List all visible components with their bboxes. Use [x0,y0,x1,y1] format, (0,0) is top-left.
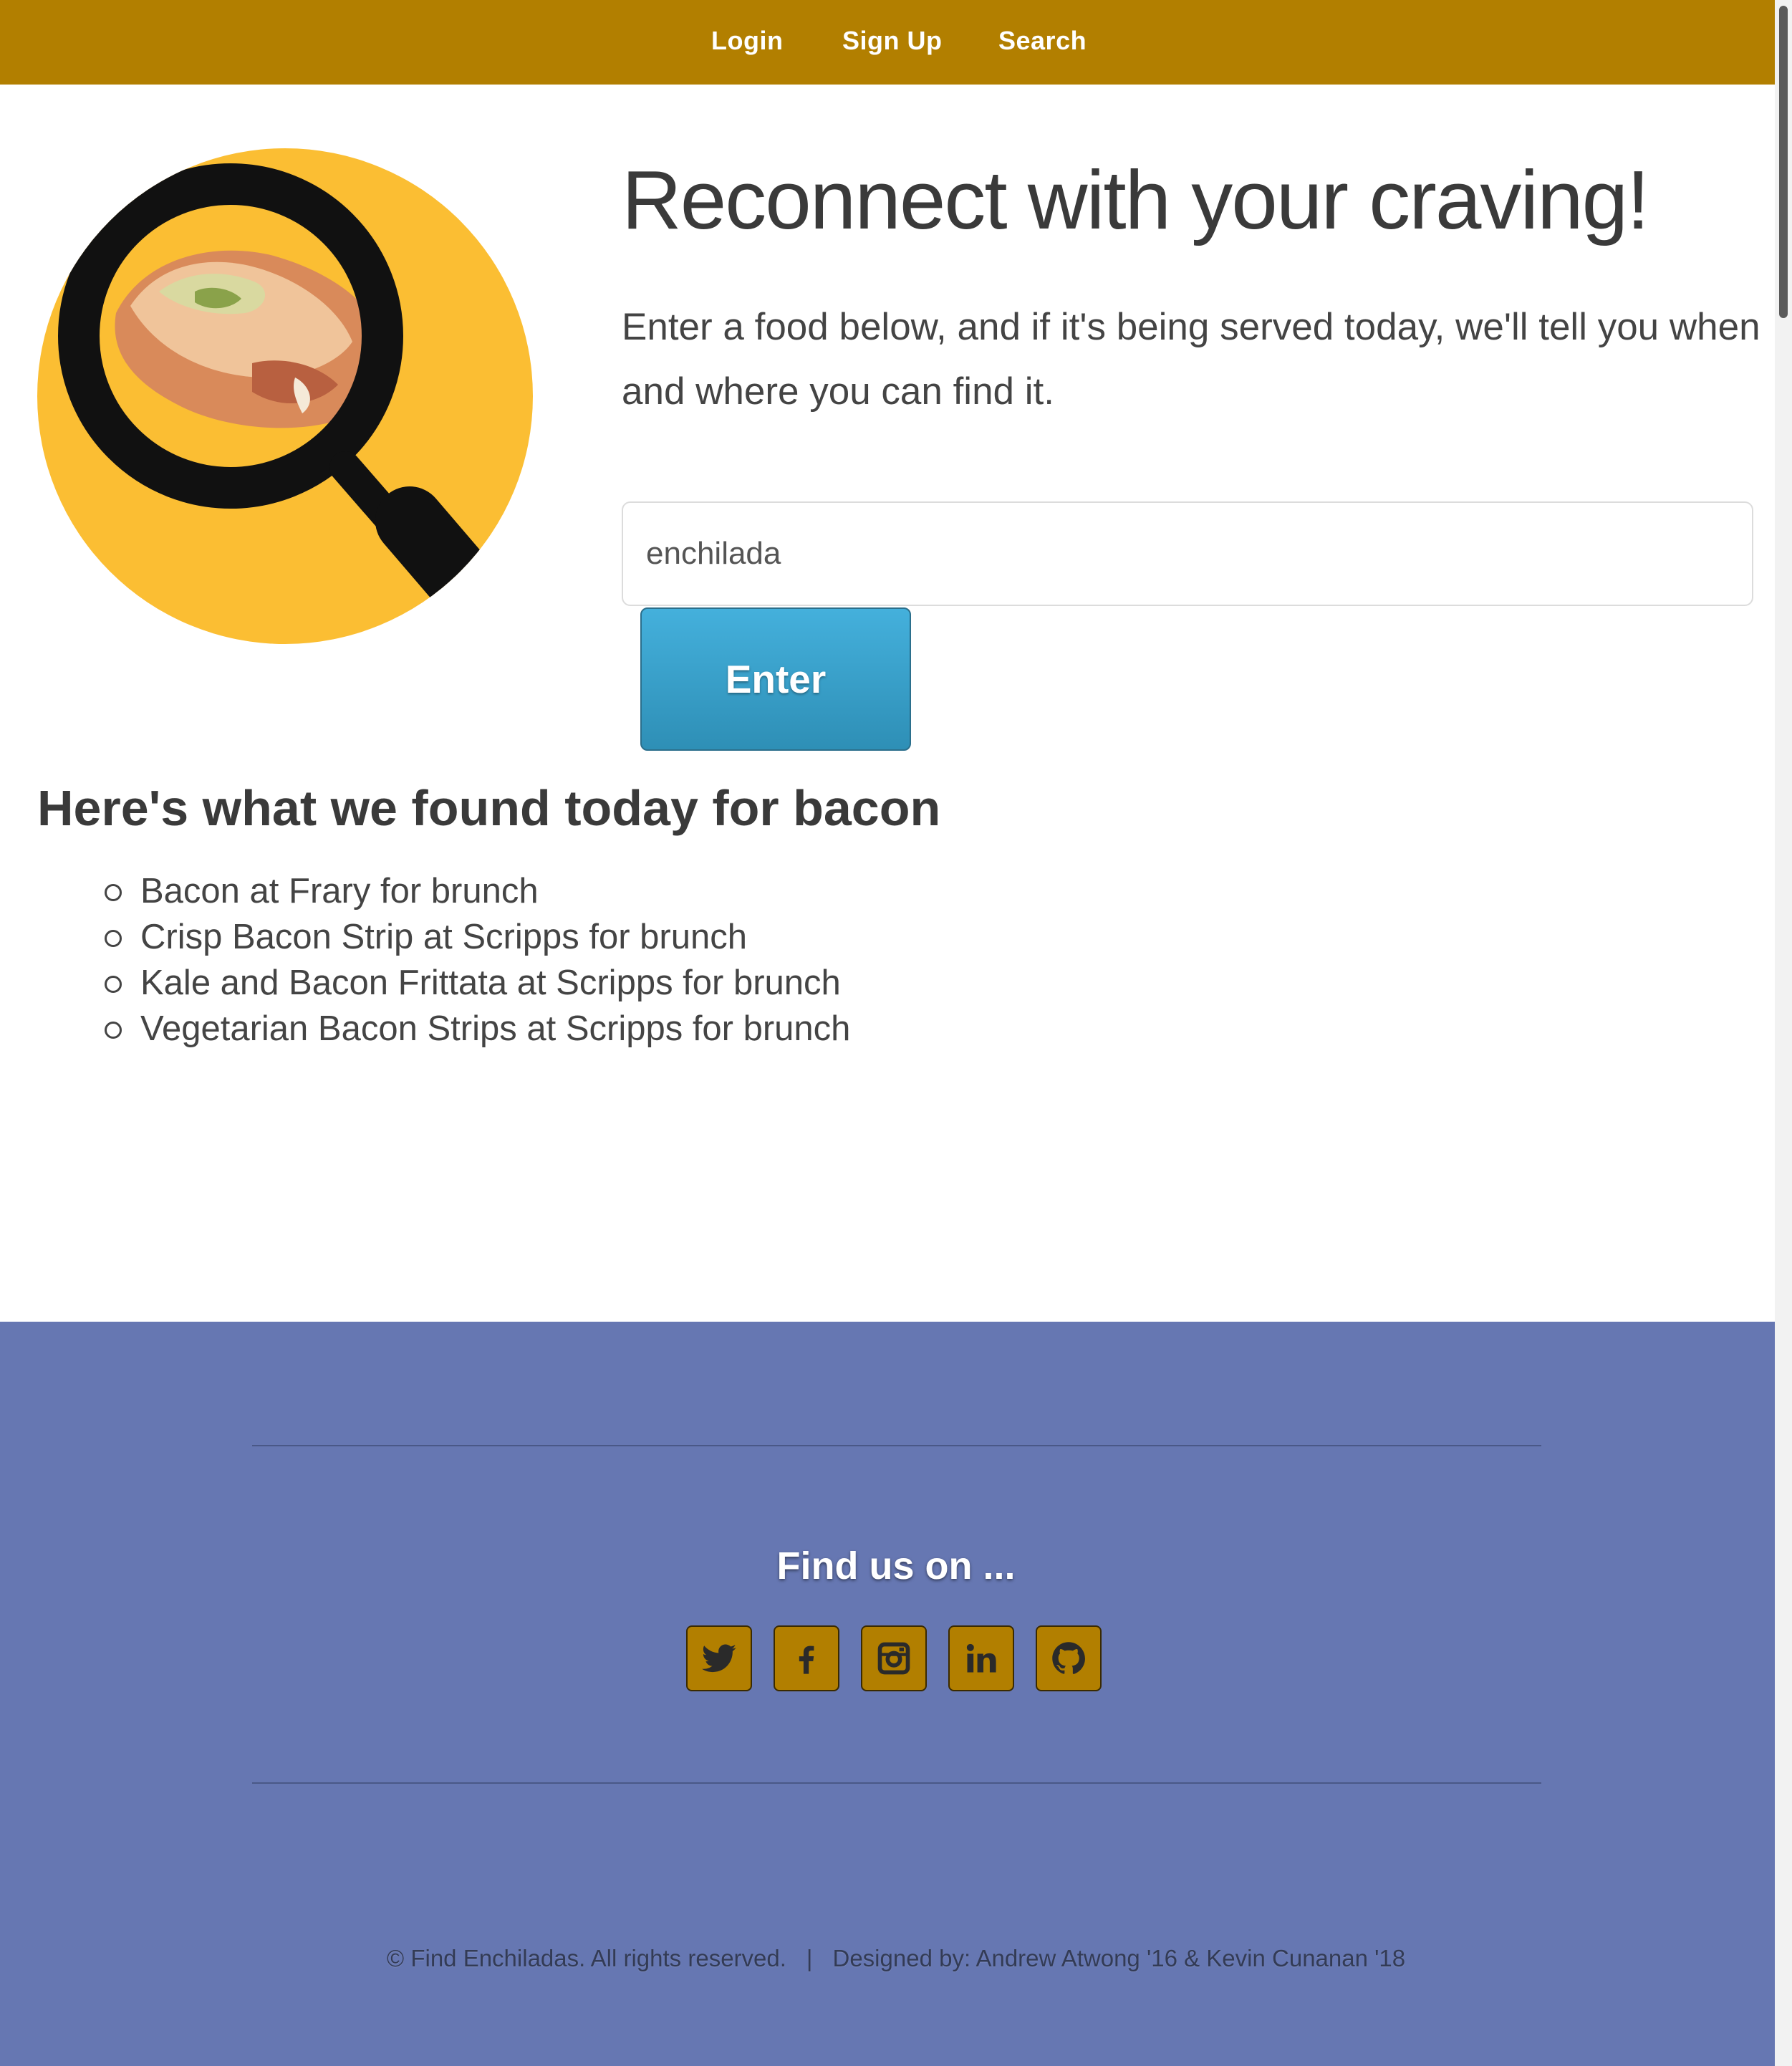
result-item-text: Vegetarian Bacon Strips at Scripps for b… [140,1009,851,1048]
twitter-button[interactable] [686,1625,752,1691]
nav-search-link[interactable]: Search [998,26,1087,56]
facebook-button[interactable] [774,1625,839,1691]
magnifier-enchilada-logo [37,148,533,644]
circle-bullet-icon [105,976,122,993]
result-item-text: Bacon at Frary for brunch [140,872,539,911]
footer-bottom-divider [252,1782,1541,1784]
copyright-text: © Find Enchiladas. All rights reserved. [386,1945,786,1971]
circle-bullet-icon [105,930,122,947]
github-button[interactable] [1036,1625,1102,1691]
result-item-text: Crisp Bacon Strip at Scripps for brunch [140,918,747,956]
facebook-icon [799,1645,814,1674]
nav-signup-link[interactable]: Sign Up [842,26,942,56]
hero-description: Enter a food below, and if it's being se… [622,306,1760,413]
result-item: Kale and Bacon Frittata at Scripps for b… [100,960,850,1006]
result-item-text: Kale and Bacon Frittata at Scripps for b… [140,964,841,1002]
designed-by-text: Designed by: Andrew Atwong '16 & Kevin C… [832,1945,1406,1971]
nav-login-link[interactable]: Login [711,26,783,56]
twitter-icon [702,1644,736,1673]
result-item: Vegetarian Bacon Strips at Scripps for b… [100,1006,850,1052]
find-us-heading: Find us on ... [776,1544,1016,1587]
page-headline: Reconnect with your craving! [622,153,1649,246]
results-list: Bacon at Frary for brunch Crisp Bacon St… [100,868,850,1052]
github-icon [1052,1642,1085,1674]
linkedin-button[interactable] [948,1625,1014,1691]
result-item: Crisp Bacon Strip at Scripps for brunch [100,914,850,960]
food-search-input[interactable] [622,501,1753,606]
result-item: Bacon at Frary for brunch [100,868,850,914]
page-footer: Find us on ... © Find Enchiladas. All ri… [0,1322,1792,2066]
top-navbar: Login Sign Up Search [0,0,1792,85]
page-scrollbar-thumb[interactable] [1779,6,1788,318]
linkedin-icon [966,1643,996,1673]
circle-bullet-icon [105,884,122,901]
enter-button[interactable]: Enter [640,607,911,751]
circle-bullet-icon [105,1022,122,1039]
instagram-button[interactable] [861,1625,927,1691]
credits-separator: | [806,1945,813,1971]
instagram-icon [877,1642,910,1675]
footer-top-divider [252,1445,1541,1446]
footer-credits: © Find Enchiladas. All rights reserved. |… [0,1945,1792,1972]
results-heading: Here's what we found today for bacon [37,780,941,836]
